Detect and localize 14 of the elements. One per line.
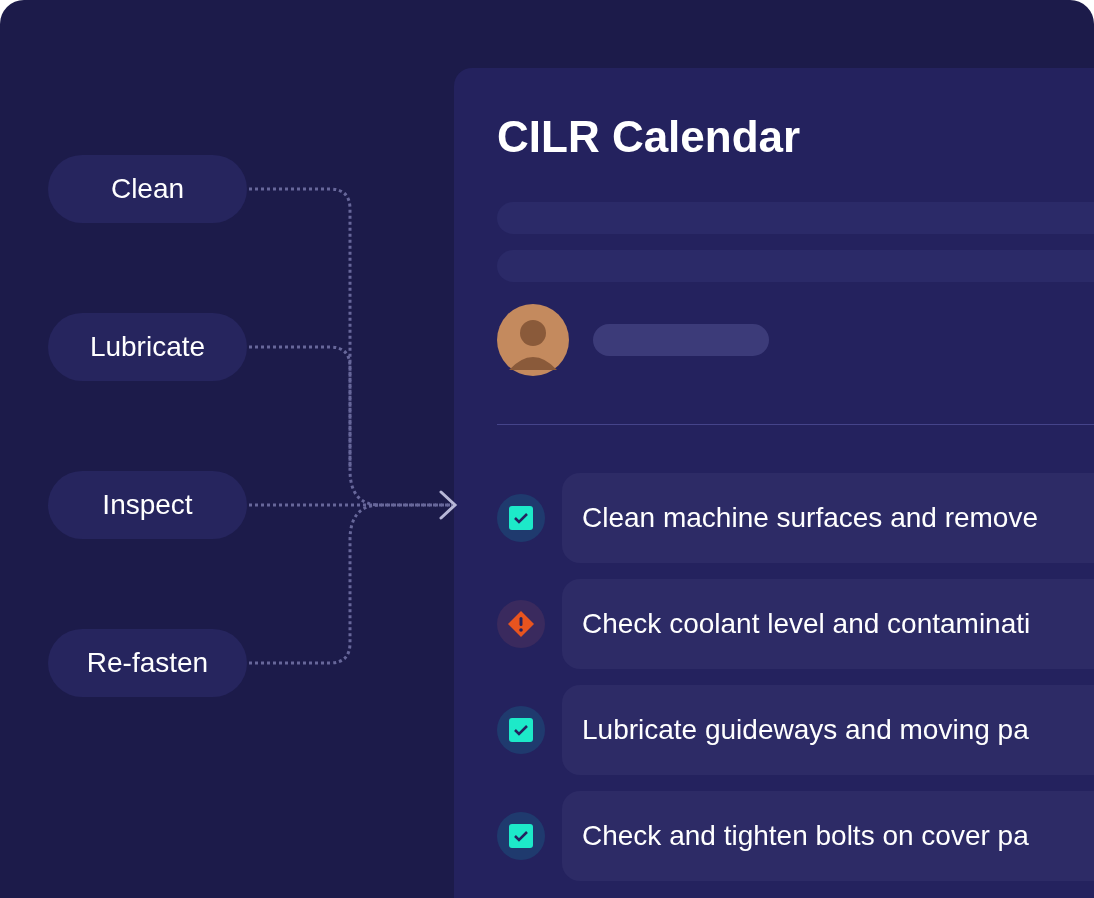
avatar [497, 304, 569, 376]
task-text: Check coolant level and contaminati [582, 608, 1031, 640]
category-pill: Lubricate [48, 313, 247, 381]
task-card[interactable]: Check and tighten bolts on cover pa [562, 791, 1094, 881]
calendar-title: CILR Calendar [497, 112, 802, 162]
category-pill: Clean [48, 155, 247, 223]
task-card[interactable]: Check coolant level and contaminati [562, 579, 1094, 669]
task-text: Lubricate guideways and moving pa [582, 714, 1029, 746]
task-card[interactable]: Clean machine surfaces and remove [562, 473, 1094, 563]
task-card[interactable]: Lubricate guideways and moving pa [562, 685, 1094, 775]
category-pill: Inspect [48, 471, 247, 539]
task-text: Clean machine surfaces and remove [582, 502, 1038, 534]
category-pill: Re-fasten [48, 629, 247, 697]
task-text: Check and tighten bolts on cover pa [582, 820, 1029, 852]
